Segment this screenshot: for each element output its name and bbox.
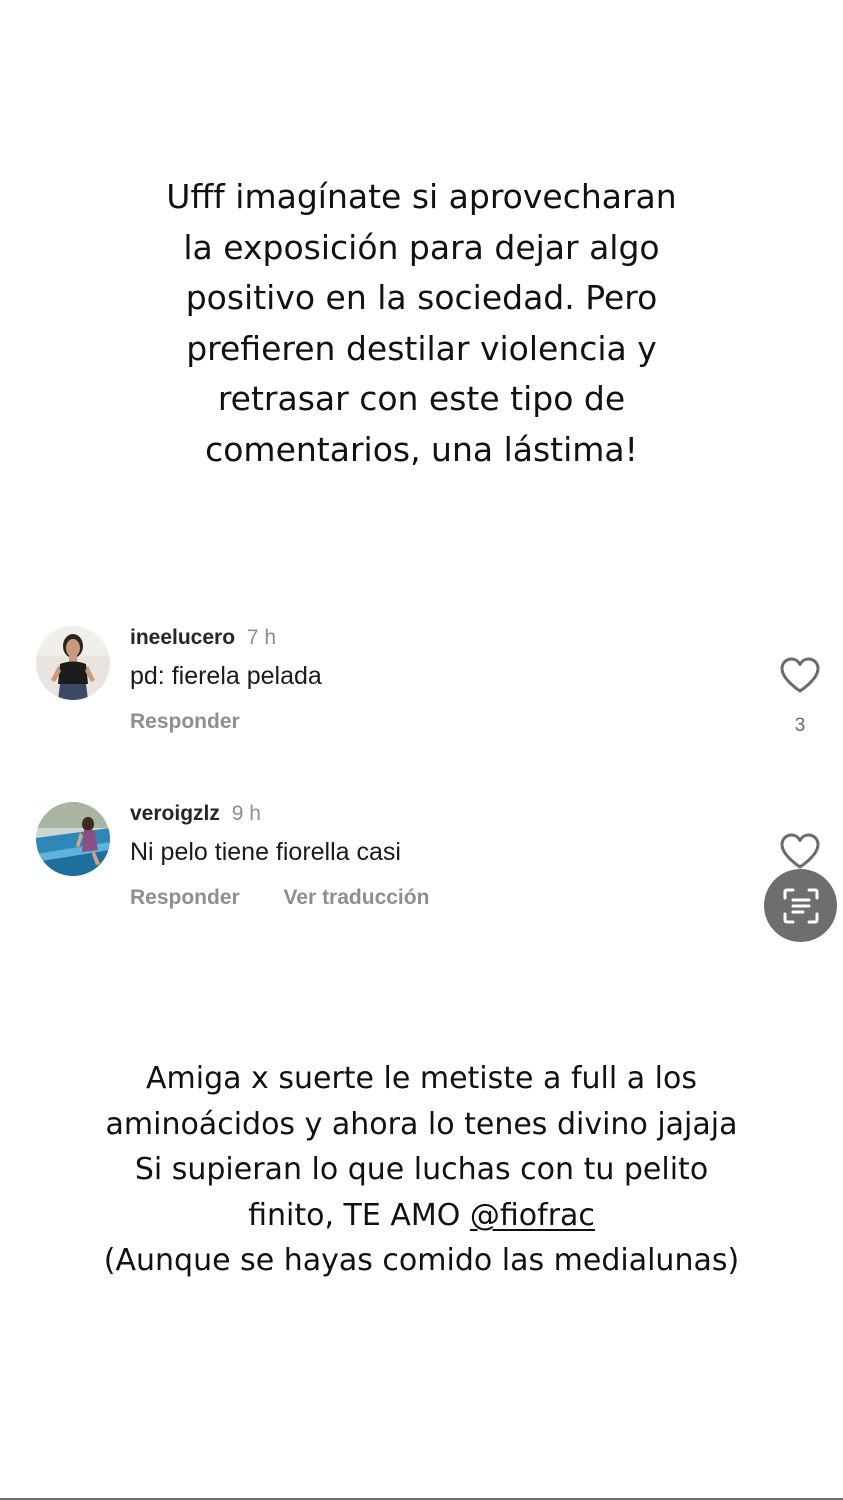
comment-actions: Responder [130,710,240,734]
comment-actions: Responder Ver traducción [130,886,429,910]
text-scan-icon [783,888,818,923]
comment-header: ineelucero 7 h [130,626,276,650]
story-line: Amiga x suerte le metiste a full a los [146,1061,697,1096]
story-line: prefieren destilar violencia y [186,328,657,368]
comment-text: pd: fierela pelada [130,662,322,690]
reply-button[interactable]: Responder [130,710,240,733]
heart-icon[interactable] [779,656,821,694]
comment-username[interactable]: veroigzlz [130,802,220,825]
like-count: 3 [794,715,806,736]
heart-icon[interactable] [779,832,821,870]
mention-link[interactable]: @fiofrac [470,1198,595,1233]
story-line: retrasar con este tipo de [217,379,626,418]
story-line: comentarios, una lástima! [205,429,638,469]
story-text-top: Ufff imagínate si aprovecharan la exposi… [0,172,843,475]
story-text-bottom: Amiga x suerte le metiste a full a los a… [0,1056,843,1284]
story-line: Si supieran lo que luchas con tu pelito [134,1152,709,1187]
comment-item: veroigzlz 9 h Ni pelo tiene fiorella cas… [0,798,843,938]
text-scan-button[interactable] [764,869,837,942]
story-line: (Aunque se hayas comido las medialunas) [103,1243,740,1278]
story-line: positivo en la sociedad. Pero [185,278,658,317]
comment-username[interactable]: ineelucero [130,626,235,649]
avatar-image [36,626,110,700]
avatar[interactable] [36,626,110,700]
story-line-with-mention: finito, TE AMO @fiofrac [0,1193,843,1239]
story-line: Ufff imagínate si aprovecharan [166,177,677,216]
comment-text: Ni pelo tiene fiorella casi [130,838,401,866]
story-line-text: finito, TE AMO [248,1197,470,1233]
avatar-image [36,802,110,876]
reply-button[interactable]: Responder [130,886,240,909]
comment-header: veroigzlz 9 h [130,802,261,826]
see-translation-button[interactable]: Ver traducción [284,886,430,909]
story-line: aminoácidos y ahora lo tenes divino jaja… [105,1106,738,1142]
comment-item: ineelucero 7 h pd: fierela pelada Respon… [0,622,843,762]
comment-time: 9 h [231,802,261,825]
story-line: la exposición para dejar algo [183,227,660,267]
comment-time: 7 h [246,626,277,649]
avatar[interactable] [36,802,110,876]
